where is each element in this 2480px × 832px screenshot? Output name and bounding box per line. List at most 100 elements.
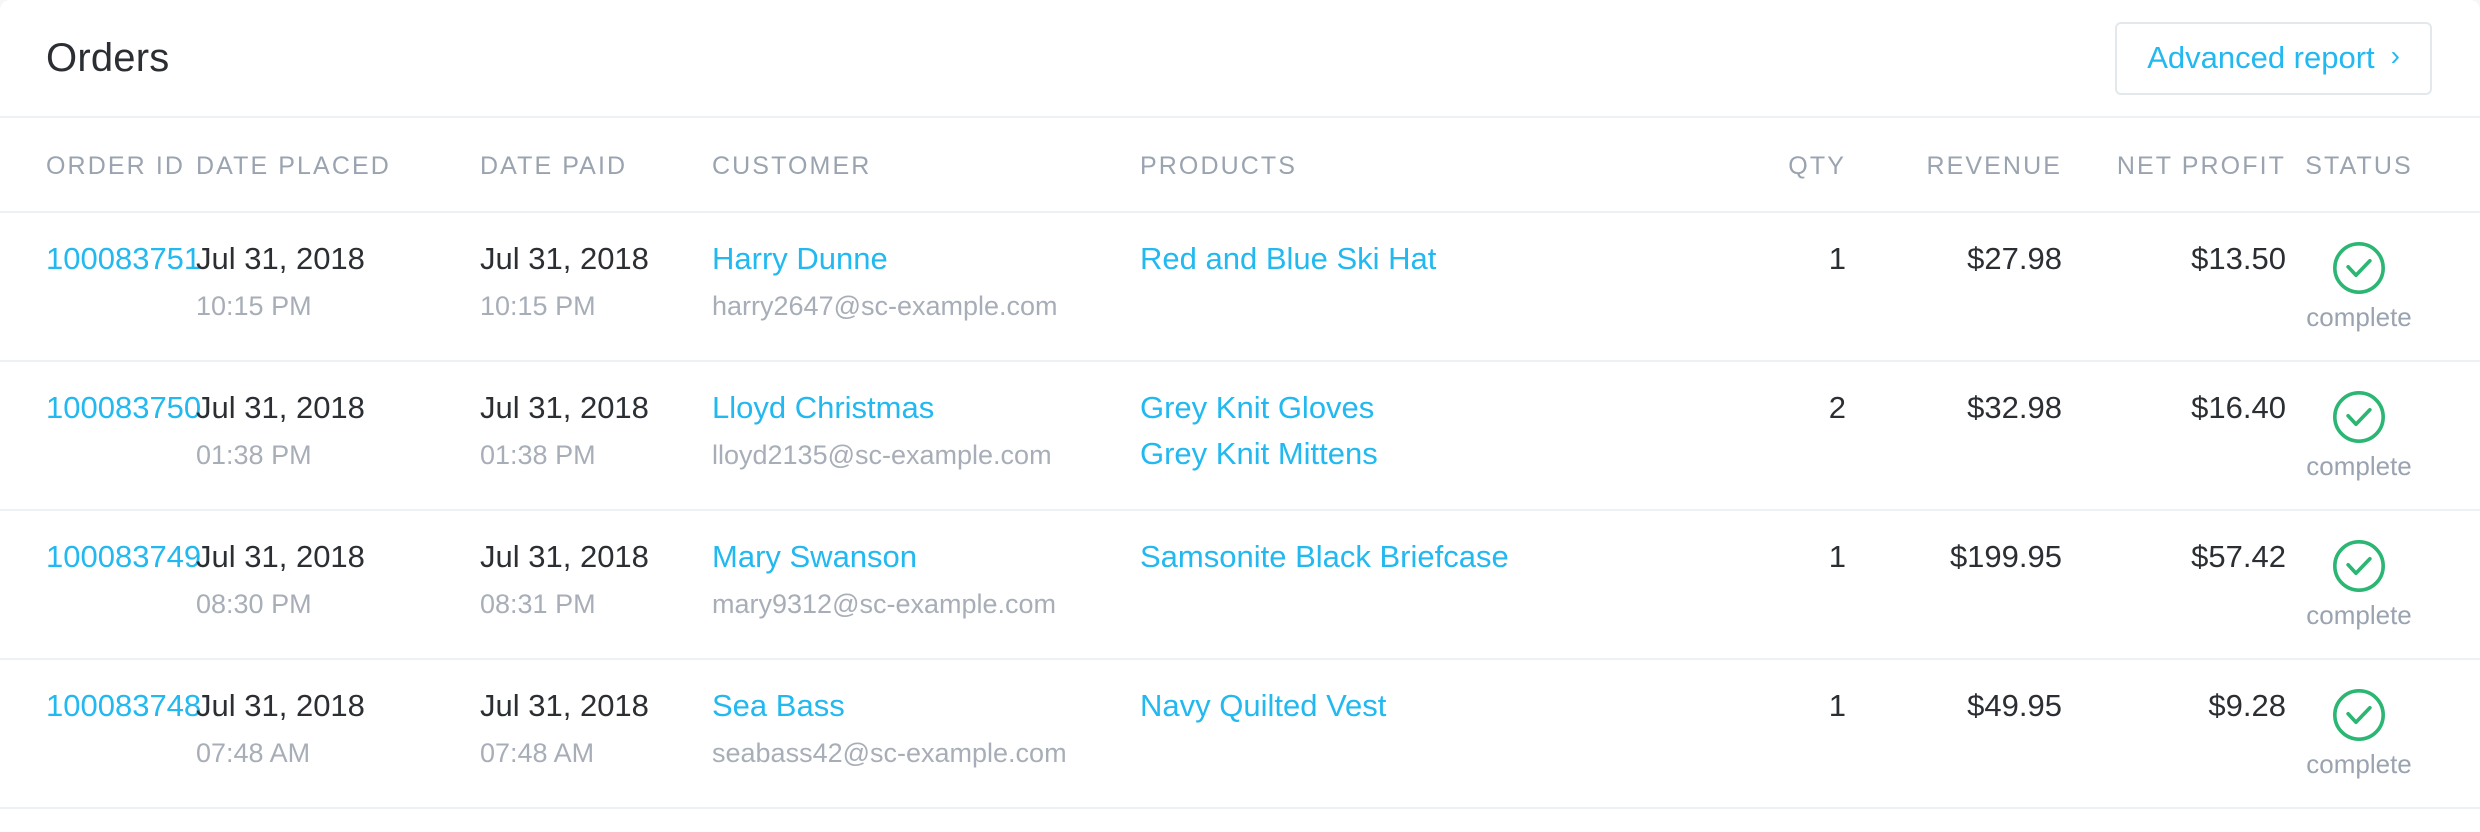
cell-net-profit: $13.50 (2062, 211, 2286, 361)
cell-net-profit: $9.28 (2062, 658, 2286, 808)
cell-qty-value: 1 (1828, 241, 1846, 276)
customer-name-link[interactable]: Mary Swanson (712, 537, 917, 578)
product-link[interactable]: Samsonite Black Briefcase (1140, 537, 1664, 578)
order-id-link[interactable]: 100083749 (46, 537, 201, 578)
cell-revenue-value: $32.98 (1967, 390, 2062, 425)
date-placed-date: Jul 31, 2018 (196, 539, 365, 574)
page-title: Orders (46, 36, 170, 80)
advanced-report-button[interactable]: Advanced report › (2115, 21, 2432, 95)
table-body: 100083751 Jul 31, 2018 10:15 PM Jul 31, 201… (0, 211, 2480, 832)
order-id-link[interactable]: 100083748 (46, 686, 201, 727)
cell-products: Samsonite Black Briefcase (1140, 509, 1664, 659)
date-paid-date: Jul 31, 2018 (480, 539, 649, 574)
table-row[interactable]: 100083750 Jul 31, 2018 01:38 PM Jul 31, 201… (0, 360, 2480, 510)
date-placed-time: 10:15 PM (196, 290, 312, 321)
cell-products: Red and Blue Ski Hat (1140, 211, 1664, 361)
product-link[interactable]: Grey Knit Gloves (1140, 388, 1664, 429)
cell-customer: Sea Bass seabass42@sc-example.com (712, 658, 1140, 808)
cell-revenue: $199.95 (1846, 509, 2062, 659)
cell-date-paid: Jul 31, 2018 01:38 PM (480, 360, 712, 510)
cell-qty: 2 (1664, 360, 1846, 510)
table-head: Order ID Date Placed Date Paid Customer … (0, 118, 2480, 212)
column-header-customer[interactable]: Customer (712, 118, 1140, 212)
check-circle-icon (2333, 242, 2385, 294)
cell-customer: Lloyd Christmaslloyd2135@sc-example.com (712, 807, 1140, 832)
date-placed-time: 08:30 PM (196, 588, 312, 619)
cell-net-profit-value: $9.28 (2208, 688, 2286, 723)
date-placed-time: 01:38 PM (196, 439, 312, 470)
cell-date-placed: Jul 31, 2018 01:38 PM (196, 360, 480, 510)
cell-status: complete (2286, 658, 2480, 808)
cell-products: Navy Quilted Vest (1140, 658, 1664, 808)
date-placed-time: 07:48 AM (196, 737, 311, 768)
cell-status: refunded (2286, 807, 2480, 832)
status-label: complete (2306, 600, 2412, 630)
product-link[interactable]: Navy Quilted Vest (1140, 686, 1664, 727)
cell-status: complete (2286, 509, 2480, 659)
order-id-link[interactable]: 100083750 (46, 388, 201, 429)
customer-email: lloyd2135@sc-example.com (712, 439, 1052, 470)
customer-name-link[interactable]: Lloyd Christmas (712, 388, 934, 429)
status-label: complete (2306, 451, 2412, 481)
cell-status: complete (2286, 211, 2480, 361)
column-header-date-paid[interactable]: Date Paid (480, 118, 712, 212)
customer-name-link[interactable]: Harry Dunne (712, 239, 888, 280)
column-header-date-placed[interactable]: Date Placed (196, 118, 480, 212)
date-paid-date: Jul 31, 2018 (480, 241, 649, 276)
chevron-right-icon: › (2390, 40, 2400, 71)
check-circle-icon (2333, 540, 2385, 592)
date-placed-date: Jul 31, 2018 (196, 390, 365, 425)
customer-name-link[interactable]: Sea Bass (712, 686, 845, 727)
table-row[interactable]: 100083747Jul 31, 201806:19 AMJul 31, 201… (0, 807, 2480, 832)
customer-email: seabass42@sc-example.com (712, 737, 1067, 768)
cell-qty: 1 (1664, 807, 1846, 832)
column-header-order-id[interactable]: Order ID (0, 118, 196, 212)
column-header-revenue[interactable]: Revenue (1846, 118, 2062, 212)
cell-qty: 1 (1664, 658, 1846, 808)
cell-date-placed: Jul 31, 2018 07:48 AM (196, 658, 480, 808)
table-row[interactable]: 100083749 Jul 31, 2018 08:30 PM Jul 31, 201… (0, 509, 2480, 659)
status-label: complete (2306, 302, 2412, 332)
cell-date-paid: Jul 31, 2018 08:31 PM (480, 509, 712, 659)
cell-date-placed: Jul 31, 201806:19 AM (196, 807, 480, 832)
cell-revenue-value: $49.95 (1967, 688, 2062, 723)
cell-date-placed: Jul 31, 2018 10:15 PM (196, 211, 480, 361)
column-header-qty[interactable]: Qty (1664, 118, 1846, 212)
cell-products: Black Cowboy Hat Extra Large (1140, 807, 1664, 832)
advanced-report-label: Advanced report (2147, 39, 2375, 75)
cell-customer: Mary Swanson mary9312@sc-example.com (712, 509, 1140, 659)
date-placed-date: Jul 31, 2018 (196, 688, 365, 723)
table-row[interactable]: 100083748 Jul 31, 2018 07:48 AM Jul 31, 201… (0, 658, 2480, 808)
product-link[interactable]: Red and Blue Ski Hat (1140, 239, 1664, 280)
table-row[interactable]: 100083751 Jul 31, 2018 10:15 PM Jul 31, 201… (0, 211, 2480, 361)
cell-net-profit-value: $57.42 (2191, 539, 2286, 574)
cell-order-id: 100083749 (0, 509, 201, 659)
cell-order-id: 100083747 (0, 807, 196, 832)
cell-order-id: 100083750 (0, 360, 201, 510)
cell-customer: Harry Dunne harry2647@sc-example.com (712, 211, 1140, 361)
cell-revenue: $49.95 (1846, 658, 2062, 808)
cell-revenue-value: $27.98 (1967, 241, 2062, 276)
cell-qty-value: 1 (1828, 539, 1846, 574)
cell-date-paid: Jul 31, 201806:20 AM (480, 807, 712, 832)
cell-qty: 1 (1664, 211, 1846, 361)
date-paid-time: 01:38 PM (480, 439, 596, 470)
status-label: complete (2306, 749, 2412, 779)
cell-revenue-value: $199.95 (1949, 539, 2062, 574)
date-paid-date: Jul 31, 2018 (480, 688, 649, 723)
product-link[interactable]: Grey Knit Mittens (1140, 434, 1664, 475)
column-header-products[interactable]: Products (1140, 118, 1664, 212)
date-paid-time: 08:31 PM (480, 588, 596, 619)
check-circle-icon (2333, 689, 2385, 741)
cell-customer: Lloyd Christmas lloyd2135@sc-example.com (712, 360, 1140, 510)
column-header-status[interactable]: Status (2286, 118, 2480, 212)
cell-revenue: $32.98 (1846, 360, 2062, 510)
orders-card: Orders Advanced report › Order ID Date P… (0, 0, 2480, 832)
status-badge: complete (2286, 686, 2432, 777)
column-header-net-profit[interactable]: Net Profit (2062, 118, 2286, 212)
cell-net-profit: $32.43 (2062, 807, 2286, 832)
cell-qty-value: 2 (1828, 390, 1846, 425)
order-id-link[interactable]: 100083751 (46, 239, 201, 280)
status-badge: complete (2286, 388, 2432, 479)
date-paid-time: 10:15 PM (480, 290, 596, 321)
